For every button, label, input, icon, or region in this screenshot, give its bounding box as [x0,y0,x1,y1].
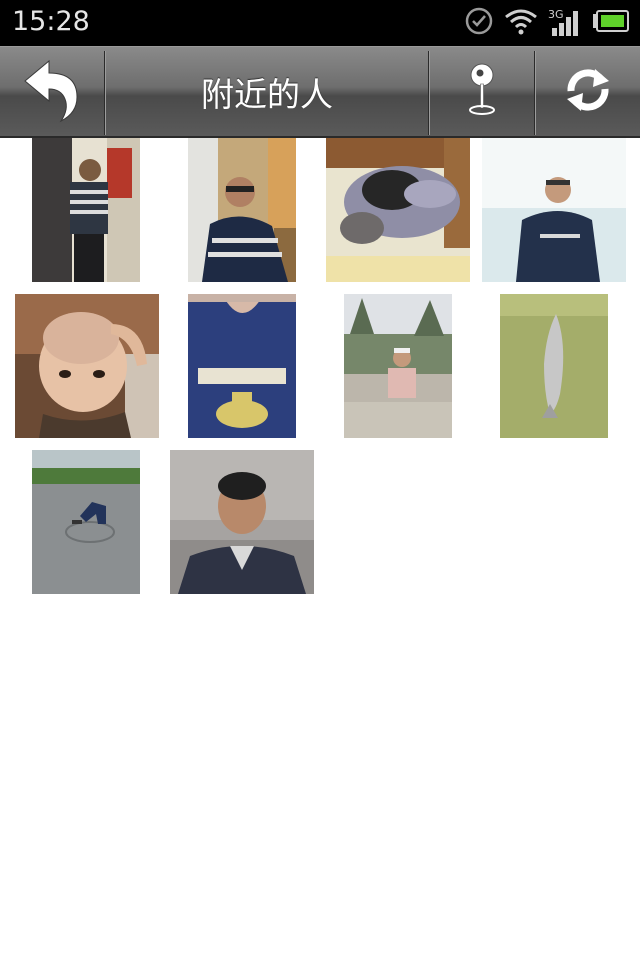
person-avatar[interactable] [188,294,296,438]
back-button[interactable] [0,47,104,137]
person-avatar[interactable] [15,294,159,438]
battery-icon [592,10,630,36]
person-avatar[interactable] [326,138,470,282]
person-avatar[interactable] [482,138,626,282]
status-time: 15:28 [12,6,90,37]
person-avatar[interactable] [500,294,608,438]
refresh-button[interactable] [536,47,640,137]
back-arrow-icon [21,57,83,127]
wifi-icon [504,7,538,39]
title-bar: 附近的人 [0,46,640,138]
person-avatar[interactable] [170,450,314,594]
sync-check-icon [464,6,494,40]
title-separator [104,51,106,135]
person-avatar[interactable] [32,450,140,594]
person-avatar[interactable] [188,138,296,282]
person-avatar[interactable] [344,294,452,438]
status-icons: 3G [464,6,630,40]
location-pin-icon [466,62,498,122]
refresh-icon [563,65,613,119]
person-avatar[interactable] [32,138,140,282]
location-button[interactable] [430,47,534,137]
page-title: 附近的人 [201,75,333,114]
signal-icon: 3G [548,8,582,38]
status-bar: 15:28 3G [0,0,640,46]
